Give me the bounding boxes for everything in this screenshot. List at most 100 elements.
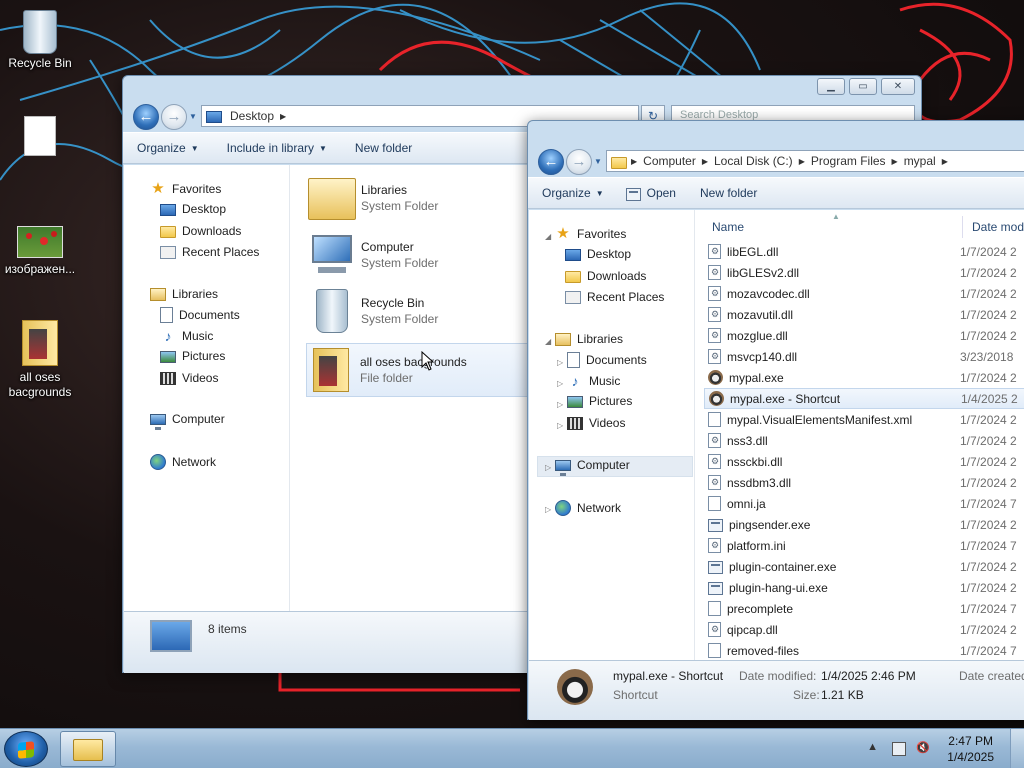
breadcrumb-arrow-icon[interactable]: ▶ — [942, 157, 948, 166]
forward-button[interactable]: → — [161, 104, 187, 130]
back-button[interactable]: ← — [133, 104, 159, 130]
file-row[interactable]: nssckbi.dll 1/7/2024 2 — [704, 451, 1024, 472]
file-row[interactable]: nss3.dll 1/7/2024 2 — [704, 430, 1024, 451]
nav-pictures[interactable]: Pictures — [160, 349, 225, 363]
nav-computer[interactable]: Computer — [555, 458, 630, 476]
network-status-icon[interactable] — [892, 742, 906, 756]
nav-computer[interactable]: Computer — [150, 412, 225, 430]
breadcrumb-segment[interactable]: Desktop — [224, 109, 280, 123]
tile-item[interactable]: Libraries System Folder — [308, 175, 438, 220]
nav-favorites[interactable]: ★ Favorites — [150, 181, 221, 196]
file-row[interactable]: plugin-container.exe 1/7/2024 2 — [704, 556, 1024, 577]
close-button[interactable]: ✕ — [881, 78, 915, 95]
file-row[interactable]: mozglue.dll 1/7/2024 2 — [704, 325, 1024, 346]
nav-recent-places[interactable]: Recent Places — [160, 244, 259, 259]
file-name: mypal.exe — [729, 370, 784, 385]
breadcrumb-arrow-icon[interactable]: ▶ — [280, 112, 286, 121]
desktop-icon-image-file[interactable]: изображен... — [0, 226, 80, 276]
nav-desktop[interactable]: Desktop — [565, 247, 631, 261]
breadcrumb-segment[interactable]: Local Disk (C:) — [708, 154, 799, 168]
open-button[interactable]: Open — [625, 186, 676, 201]
expand-arrow-icon[interactable]: ▷ — [557, 400, 563, 409]
explorer-window-mypal[interactable]: ← → ▼ ▶ Computer ▶ Local Disk (C:) ▶ Pro… — [527, 120, 1024, 720]
nav-recent-places[interactable]: Recent Places — [565, 289, 664, 304]
file-row[interactable]: nssdbm3.dll 1/7/2024 2 — [704, 472, 1024, 493]
file-row[interactable]: msvcp140.dll 3/23/2018 — [704, 346, 1024, 367]
file-list[interactable]: ▲ Name Date mod libEGL.dll1/7/2024 2libG… — [696, 210, 1024, 662]
details-type: Shortcut — [613, 688, 658, 702]
breadcrumb-segment[interactable]: Program Files — [805, 154, 892, 168]
expand-arrow-icon[interactable]: ▷ — [557, 358, 563, 367]
file-row[interactable]: removed-files 1/7/2024 7 — [704, 640, 1024, 661]
nav-music[interactable]: ♪ Music — [567, 373, 621, 389]
file-row[interactable]: omni.ja 1/7/2024 7 — [704, 493, 1024, 514]
recent-pages-dropdown[interactable]: ▼ — [594, 157, 602, 166]
breadcrumb-segment[interactable]: Computer — [637, 154, 702, 168]
nav-libraries[interactable]: Libraries — [150, 286, 218, 301]
address-bar[interactable]: ▶ Computer ▶ Local Disk (C:) ▶ Program F… — [606, 150, 1024, 172]
nav-videos[interactable]: Videos — [567, 415, 625, 430]
nav-network[interactable]: Network — [555, 500, 621, 516]
start-button[interactable] — [4, 731, 48, 767]
desktop-icon-folder[interactable]: all oses bacgrounds — [0, 320, 80, 400]
file-row[interactable]: libGLESv2.dll 1/7/2024 2 — [704, 262, 1024, 283]
file-row[interactable]: pingsender.exe 1/7/2024 2 — [704, 514, 1024, 535]
navigation-pane[interactable]: ★ Favorites Desktop Downloads Recent Plac… — [124, 165, 290, 673]
organize-button[interactable]: Organize ▼ — [542, 186, 604, 200]
file-row[interactable]: plugin-hang-ui.exe 1/7/2024 2 — [704, 577, 1024, 598]
nav-favorites[interactable]: ★ Favorites — [555, 226, 626, 241]
taskbar-explorer-button[interactable] — [60, 731, 116, 767]
file-row[interactable]: mozavutil.dll 1/7/2024 2 — [704, 304, 1024, 325]
nav-network[interactable]: Network — [150, 454, 216, 470]
nav-documents[interactable]: Documents — [160, 307, 240, 323]
file-row[interactable]: mypal.VisualElementsManifest.xml 1/7/2024… — [704, 409, 1024, 430]
title-bar[interactable]: ▁ ▭ ✕ — [123, 76, 921, 100]
nav-pictures[interactable]: Pictures — [567, 394, 632, 408]
desktop-icon-recycle-bin[interactable]: Recycle Bin — [0, 8, 80, 70]
nav-downloads[interactable]: Downloads — [565, 268, 646, 283]
volume-muted-icon[interactable]: 🔇 — [916, 741, 930, 754]
column-header-date-modified[interactable]: Date mod — [972, 220, 1024, 234]
forward-button[interactable]: → — [566, 149, 592, 175]
collapse-arrow-icon[interactable]: ◢ — [545, 337, 551, 346]
expand-arrow-icon[interactable]: ▷ — [557, 379, 563, 388]
file-name-cell: mozavcodec.dll — [704, 286, 956, 301]
title-bar[interactable] — [528, 121, 1024, 145]
minimize-button[interactable]: ▁ — [817, 78, 845, 95]
file-row[interactable]: precomplete 1/7/2024 7 — [704, 598, 1024, 619]
file-row[interactable]: libEGL.dll 1/7/2024 2 — [704, 241, 1024, 262]
maximize-button[interactable]: ▭ — [849, 78, 877, 95]
file-row[interactable]: mozavcodec.dll 1/7/2024 2 — [704, 283, 1024, 304]
breadcrumb-segment[interactable]: mypal — [898, 154, 942, 168]
nav-downloads[interactable]: Downloads — [160, 223, 241, 238]
file-row-selected[interactable]: mypal.exe - Shortcut 1/4/2025 2 — [704, 388, 1024, 409]
expand-arrow-icon[interactable]: ▷ — [545, 505, 551, 514]
desktop-icon — [160, 204, 176, 216]
details-modified-value: 1/4/2025 2:46 PM — [821, 669, 916, 683]
include-in-library-button[interactable]: Include in library ▼ — [227, 141, 327, 155]
new-folder-button[interactable]: New folder — [700, 186, 757, 200]
show-hidden-icons-icon[interactable]: ▲ — [867, 741, 878, 753]
navigation-pane[interactable]: ◢ ★ Favorites Desktop Downloads Recent Pl… — [529, 210, 695, 720]
clock[interactable]: 2:47 PM 1/4/2025 — [947, 733, 994, 765]
new-folder-button[interactable]: New folder — [355, 141, 412, 155]
collapse-arrow-icon[interactable]: ◢ — [545, 232, 551, 241]
nav-libraries[interactable]: Libraries — [555, 331, 623, 346]
show-desktop-button[interactable] — [1010, 729, 1024, 768]
expand-arrow-icon[interactable]: ▷ — [545, 463, 551, 472]
nav-desktop[interactable]: Desktop — [160, 202, 226, 216]
nav-music[interactable]: ♪ Music — [160, 328, 214, 344]
organize-button[interactable]: Organize ▼ — [137, 141, 199, 155]
nav-documents[interactable]: Documents — [567, 352, 647, 368]
expand-arrow-icon[interactable]: ▷ — [557, 421, 563, 430]
back-button[interactable]: ← — [538, 149, 564, 175]
desktop-icon-blank-file[interactable] — [0, 116, 80, 158]
column-header-name[interactable]: Name — [712, 220, 744, 234]
tile-item[interactable]: Computer System Folder — [308, 231, 438, 279]
tile-item[interactable]: Recycle Bin System Folder — [308, 287, 438, 335]
recent-pages-dropdown[interactable]: ▼ — [189, 112, 197, 121]
file-row[interactable]: mypal.exe 1/7/2024 2 — [704, 367, 1024, 388]
nav-videos[interactable]: Videos — [160, 370, 218, 385]
file-row[interactable]: platform.ini 1/7/2024 7 — [704, 535, 1024, 556]
file-row[interactable]: qipcap.dll 1/7/2024 2 — [704, 619, 1024, 640]
